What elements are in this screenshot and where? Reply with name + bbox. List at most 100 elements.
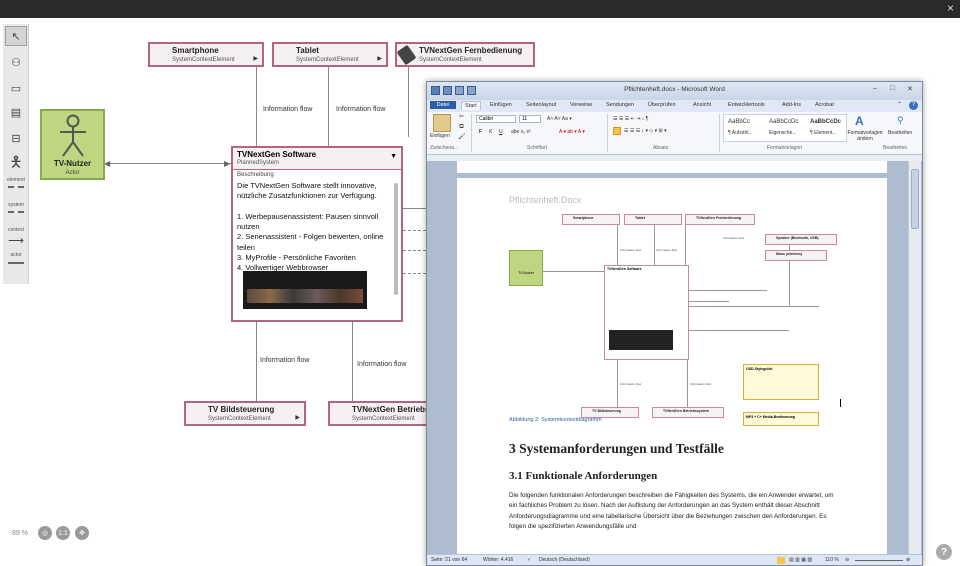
context-arrow-tool-icon[interactable]: ⟶ bbox=[5, 234, 27, 247]
view-mode-icons[interactable]: ▤ ▥ ▦ ▧ bbox=[789, 557, 812, 563]
context-element-betriebssystem[interactable]: TVNextGen Betriebs SystemContextElement bbox=[328, 401, 429, 426]
system-context-tool-icon[interactable]: ⚇ bbox=[5, 52, 27, 72]
tablet-connector bbox=[328, 67, 329, 146]
proofing-icon[interactable]: ✓ bbox=[527, 557, 531, 563]
right-connector-4 bbox=[403, 273, 426, 274]
tab-sendungen[interactable]: Sendungen bbox=[603, 101, 637, 109]
text-cursor bbox=[840, 399, 841, 407]
font-name-select[interactable]: Calibri bbox=[476, 115, 516, 123]
document-area[interactable]: Pflichtenheft.Docx Smartphone Tablet TVN… bbox=[427, 161, 922, 554]
cut-icon[interactable]: ✂ bbox=[458, 114, 465, 121]
word-count[interactable]: Wörter: 4.416 bbox=[483, 557, 513, 563]
strikethrough-icon[interactable]: abe x₂ x² bbox=[511, 129, 531, 135]
style-name[interactable]: ¶ Aufzähl... bbox=[728, 130, 753, 136]
element-tool-icon[interactable]: ▭ bbox=[5, 78, 27, 98]
zoom-percentage[interactable]: 110 % bbox=[825, 557, 839, 563]
close-icon[interactable]: ✕ bbox=[907, 85, 913, 93]
element-type: SystemContextElement bbox=[419, 57, 482, 63]
context-element-tablet[interactable]: Tablet SystemContextElement ▶ bbox=[272, 42, 388, 67]
ribbon-minimize-icon[interactable]: ⌃ bbox=[897, 101, 902, 108]
expand-arrow-icon[interactable]: ▶ bbox=[295, 414, 300, 421]
edit-button[interactable]: Bearbeiten bbox=[888, 130, 912, 136]
fit-screen-icon[interactable]: ✥ bbox=[75, 526, 89, 540]
palette-label-element: element bbox=[7, 177, 25, 183]
underline-icon[interactable]: U bbox=[499, 129, 503, 135]
copy-icon[interactable]: ⧉ bbox=[458, 124, 465, 131]
paste-icon[interactable] bbox=[433, 114, 451, 132]
bold-icon[interactable]: F bbox=[479, 129, 482, 135]
minimize-icon[interactable]: – bbox=[873, 85, 877, 92]
tab-verweise[interactable]: Verweise bbox=[567, 101, 595, 109]
format-painter-icon[interactable]: 🖌 bbox=[458, 134, 466, 141]
body-paragraph: Die folgenden funktionalen Anforderungen… bbox=[509, 492, 836, 530]
change-styles-button[interactable]: Formatvorlagen ändern bbox=[845, 130, 885, 142]
binoculars-icon[interactable]: ⚲ bbox=[897, 115, 904, 126]
tab-start[interactable]: Start bbox=[461, 101, 481, 110]
mini-speaker: Speaker (Bluetooth, USB) bbox=[765, 234, 837, 245]
zoom-out-icon[interactable]: ⊖ bbox=[845, 557, 849, 563]
vertical-scrollbar[interactable] bbox=[908, 161, 921, 554]
page-header: Pflichtenheft.Docx bbox=[509, 195, 582, 205]
font-color-icon[interactable]: A ▾ ab ▾ A ▾ bbox=[559, 129, 585, 135]
tab-add-ins[interactable]: Add-Ins bbox=[779, 101, 804, 109]
mini-flow-label: Information flow bbox=[656, 248, 678, 252]
actor-tool-icon[interactable]: 🯅 bbox=[5, 154, 27, 174]
tab-ansicht[interactable]: Ansicht bbox=[690, 101, 714, 109]
chevron-down-icon[interactable]: ▼ bbox=[390, 153, 397, 160]
flow-label: Information flow bbox=[336, 106, 386, 113]
element-link-tool-icon[interactable] bbox=[8, 186, 24, 188]
page-count[interactable]: Seite: 21 von 64 bbox=[431, 557, 467, 563]
style-sample[interactable]: AaBbCcDc bbox=[769, 119, 798, 125]
actor-link-tool-icon[interactable] bbox=[8, 262, 24, 264]
zoom-actual-size-button[interactable]: 1:1 bbox=[56, 526, 70, 540]
zoom-level: 89 % bbox=[12, 530, 28, 537]
close-icon[interactable]: × bbox=[947, 1, 954, 15]
tab-einfuegen[interactable]: Einfügen bbox=[487, 101, 515, 109]
context-element-smartphone[interactable]: Smartphone SystemContextElement ▶ bbox=[148, 42, 264, 67]
zoom-reset-icon[interactable]: ◎ bbox=[38, 526, 52, 540]
system-link-tool-icon[interactable] bbox=[8, 211, 24, 213]
tab-acrobat[interactable]: Acrobat bbox=[812, 101, 837, 109]
style-name[interactable]: ¶ Element... bbox=[810, 130, 837, 136]
change-styles-icon[interactable]: A bbox=[855, 114, 864, 128]
bullets-icon[interactable]: ☰ ☰ ☰ ⇤ ⇥ ↕ ¶ bbox=[613, 116, 648, 122]
tab-datei[interactable]: Datei bbox=[430, 101, 456, 109]
print-layout-icon[interactable] bbox=[777, 557, 785, 564]
system-tool-icon[interactable]: ▤ bbox=[5, 102, 27, 122]
style-name[interactable]: Eigensche... bbox=[769, 130, 797, 136]
tab-seitenlayout[interactable]: Seitenlayout bbox=[523, 101, 559, 109]
diagram-canvas[interactable]: ↖ ⚇ ▭ ▤ ⊟ 🯅 element system context ⟶ act… bbox=[0, 18, 960, 566]
mini-system: TVNextGen Software bbox=[604, 265, 689, 360]
italic-icon[interactable]: K bbox=[489, 129, 492, 135]
system-title: TVNextGen Software bbox=[237, 150, 317, 159]
maximize-icon[interactable]: □ bbox=[890, 85, 894, 92]
align-center-icon[interactable]: ☰ ☰ ☰ ↕ ▾ ◇ ▾ ⊞ ▾ bbox=[624, 128, 667, 134]
zoom-slider[interactable] bbox=[855, 560, 903, 561]
system-tvnextgen-software[interactable]: TVNextGen Software PlannedSystem ▼ Besch… bbox=[231, 146, 403, 322]
style-sample[interactable]: AaBbCcDc bbox=[810, 119, 841, 125]
actor-tv-nutzer[interactable]: TV-Nutzer Actor bbox=[40, 109, 105, 180]
system-description: Die TVNextGen Software stellt innovative… bbox=[237, 181, 384, 273]
language[interactable]: Deutsch (Deutschland) bbox=[539, 557, 590, 563]
grow-font-icon[interactable]: A˄ A˅ Aa ▾ bbox=[547, 116, 572, 122]
context-element-tool-icon[interactable]: ⊟ bbox=[5, 128, 27, 148]
font-size-select[interactable]: 11 bbox=[519, 115, 541, 123]
element-type: SystemContextElement bbox=[296, 57, 359, 63]
word-window[interactable]: Pflichtenheft.docx - Microsoft Word – □ … bbox=[426, 81, 923, 566]
align-left-icon[interactable] bbox=[613, 127, 621, 135]
expand-arrow-icon[interactable]: ▶ bbox=[253, 55, 258, 62]
paste-button[interactable]: Einfügen bbox=[430, 133, 450, 139]
context-element-remote[interactable]: TVNextGen Fernbedienung SystemContextEle… bbox=[395, 42, 535, 67]
tab-ueberpruefen[interactable]: Überprüfen bbox=[645, 101, 679, 109]
zoom-in-icon[interactable]: ⊕ bbox=[906, 557, 910, 563]
description-scrollbar[interactable] bbox=[394, 183, 398, 295]
element-type: SystemContextElement bbox=[208, 416, 271, 422]
tab-entwicklertools[interactable]: Entwicklertools bbox=[725, 101, 768, 109]
context-element-bildsteuerung[interactable]: TV Bildsteuerung SystemContextElement ▶ bbox=[184, 401, 306, 426]
style-sample[interactable]: AaBbCc bbox=[728, 119, 750, 125]
help-button[interactable]: ? bbox=[936, 544, 952, 560]
expand-arrow-icon[interactable]: ▶ bbox=[377, 55, 382, 62]
document-page[interactable]: Pflichtenheft.Docx Smartphone Tablet TVN… bbox=[457, 178, 887, 554]
pointer-tool-icon[interactable]: ↖ bbox=[5, 26, 27, 46]
word-help-icon[interactable]: ? bbox=[909, 101, 918, 110]
